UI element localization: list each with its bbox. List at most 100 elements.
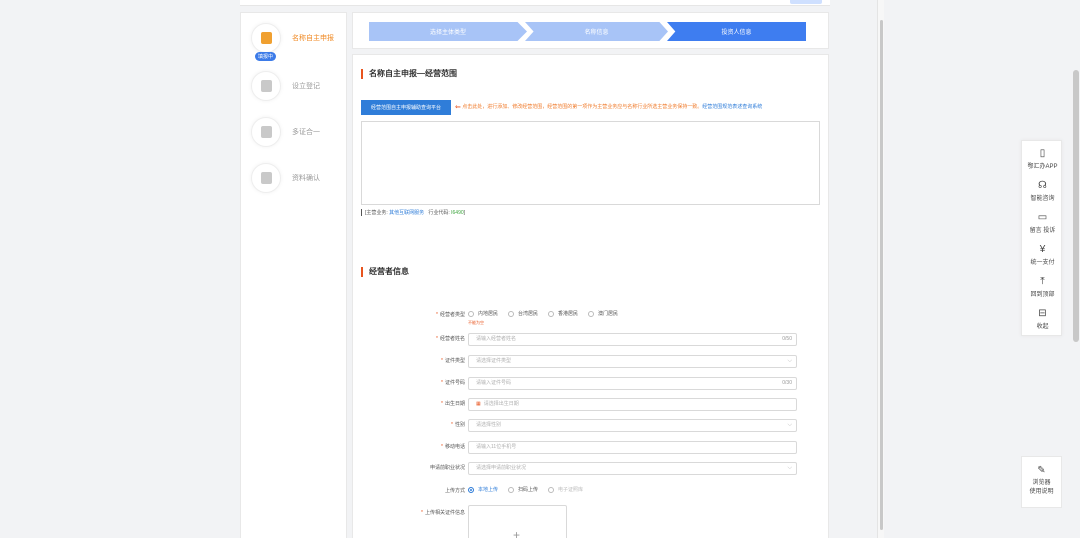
scope-hint-text: 点击此处，进行添加、修改经营范围，经营范围的第一项作为主营业务应与名称行业所选主…: [462, 104, 703, 110]
calendar-icon: ▦: [476, 401, 481, 407]
page-scrollbar[interactable]: [1073, 70, 1079, 342]
consult-label: 智能咨询: [1030, 196, 1055, 202]
top-bar: [240, 0, 830, 6]
to-top-icon: ⤒: [1040, 276, 1045, 287]
radio-hongkong[interactable]: 香港居民: [548, 310, 578, 317]
collapse-button[interactable]: ⊟ 收起: [1022, 303, 1063, 335]
message-icon: ▭: [1037, 212, 1048, 223]
step-name-declaration[interactable]: 名称自主申报 填报中: [247, 23, 347, 63]
id-number-input[interactable]: 请输入证件号码 0/30: [468, 377, 797, 390]
status-badge: 填报中: [255, 52, 277, 61]
birth-date-picker[interactable]: ▦ 请选择出生日期: [468, 398, 797, 411]
operator-type-row: * 经营者类型 内地居民 台湾居民 香港居民 澳门居民 不能为空: [436, 310, 619, 325]
payment-button[interactable]: ¥ 统一支付: [1022, 239, 1063, 271]
gender-row: * 性别 请选择性别 ⌵: [353, 419, 830, 433]
progress-step-name-info[interactable]: 名称信息: [525, 22, 668, 41]
step-multi-cert[interactable]: 多证合一: [247, 117, 347, 157]
step-label: 资料确认: [292, 175, 320, 182]
feather-icon: ✎: [1037, 465, 1046, 476]
app-button[interactable]: ▯ 鄂汇办APP: [1022, 143, 1063, 175]
industry-code-label: 行业代码:: [428, 210, 450, 216]
main-business-value: 其他互联网服务: [389, 210, 425, 216]
operator-type-label: 经营者类型: [439, 312, 465, 318]
job-status-select[interactable]: 请选择申请前职业状况 ⌵: [468, 462, 797, 475]
operator-name-input[interactable]: 请输入经营者姓名 0/50: [468, 333, 797, 346]
radio-macau[interactable]: 澳门居民: [588, 310, 618, 317]
progress-step-entity-type[interactable]: 选择主体类型: [369, 22, 527, 41]
radio-local-upload[interactable]: 本地上传: [468, 486, 498, 493]
step-label: 名称自主申报: [292, 35, 334, 42]
job-status-row: 申请前职业状况 请选择申请前职业状况 ⌵: [353, 462, 830, 476]
id-type-select[interactable]: 请选择证件类型 ⌵: [468, 355, 797, 368]
chevron-down-icon: ⌵: [787, 358, 792, 364]
scope-textarea[interactable]: [361, 121, 820, 205]
scope-meta: [主营业务: 其他互联网服务 行业代码: I6490]: [361, 209, 465, 216]
id-type-row: * 证件类型 请选择证件类型 ⌵: [353, 355, 830, 369]
scope-query-button[interactable]: 经营范围自主申报辅助查询平台: [361, 100, 451, 115]
chevron-down-icon: ⌵: [787, 465, 792, 471]
operator-name-label: 经营者姓名: [439, 336, 465, 342]
collapse-icon: ⊟: [1038, 308, 1047, 319]
plus-icon: +: [513, 528, 521, 538]
inner-scrollbar[interactable]: [877, 0, 884, 538]
arrow-left-icon: ⇐: [455, 104, 461, 111]
file-icon: [251, 163, 281, 193]
browser-help-line1: 浏览器: [1032, 480, 1051, 486]
scope-standard-link[interactable]: 经营范围规范表述查询系统: [702, 104, 762, 110]
step-confirm[interactable]: 资料确认: [247, 163, 347, 203]
radio-scan-upload[interactable]: 扫码上传: [508, 486, 538, 493]
step-label: 多证合一: [292, 129, 320, 136]
step-registration[interactable]: 设立登记: [247, 71, 347, 111]
industry-code-value: I6490: [451, 210, 464, 216]
id-number-row: * 证件号码 请输入证件号码 0/30: [353, 377, 830, 391]
gender-select[interactable]: 请选择性别 ⌵: [468, 419, 797, 432]
progress-step-investor-info[interactable]: 投资人信息: [667, 22, 806, 41]
chevron-down-icon: ⌵: [787, 422, 792, 428]
upload-mode-row: 上传方式 本地上传 扫码上传 电子证照库: [353, 485, 830, 499]
meta-close: ]: [463, 210, 466, 216]
phone-input[interactable]: 请输入11位手机号: [468, 441, 797, 454]
upload-mode-label: 上传方式: [444, 488, 465, 494]
gender-label: 性别: [454, 422, 465, 428]
edit-icon: [251, 71, 281, 101]
char-count: 0/50: [782, 336, 792, 342]
top-label: 回到顶部: [1030, 292, 1055, 298]
birth-date-label: 出生日期: [444, 401, 465, 407]
back-to-top-button[interactable]: ⤒ 回到顶部: [1022, 271, 1063, 303]
upload-files-row: * 上传相关证件信息: [421, 510, 465, 516]
app-label: 鄂汇办APP: [1027, 164, 1058, 170]
phone-icon: ▯: [1039, 148, 1046, 159]
char-count: 0/30: [782, 380, 792, 386]
steps-panel: 名称自主申报 填报中 设立登记 多证合一 资料确认: [240, 12, 347, 538]
id-number-label: 证件号码: [444, 380, 465, 386]
radio-e-license[interactable]: 电子证照库: [548, 486, 583, 493]
main-form: 名称自主申报—经营范围 经营范围自主申报辅助查询平台 ⇐ 点击此处，进行添加、修…: [352, 54, 829, 538]
birth-date-row: * 出生日期 ▦ 请选择出生日期: [353, 398, 830, 412]
headset-icon: ☊: [1038, 180, 1047, 191]
yuan-icon: ¥: [1039, 244, 1046, 255]
upload-files-label: 上传相关证件信息: [424, 510, 465, 516]
radio-taiwan[interactable]: 台湾居民: [508, 310, 538, 317]
top-button[interactable]: [790, 0, 822, 4]
operator-type-radios: 内地居民 台湾居民 香港居民 澳门居民: [468, 310, 618, 317]
payment-label: 统一支付: [1030, 260, 1055, 266]
collapse-label: 收起: [1036, 324, 1049, 330]
progress-bar: 选择主体类型 名称信息 投资人信息: [352, 12, 829, 49]
operator-type-error: 不能为空: [468, 320, 484, 325]
scope-hint: ⇐ 点击此处，进行添加、修改经营范围，经营范围的第一项作为主营业务应与名称行业所…: [455, 103, 762, 111]
id-type-label: 证件类型: [444, 358, 465, 364]
main-business-label: [主营业务:: [365, 210, 388, 216]
smart-consult-button[interactable]: ☊ 智能咨询: [1022, 175, 1063, 207]
operator-name-row: * 经营者姓名 请输入经营者姓名 0/50: [353, 333, 830, 347]
floating-toolbar: ▯ 鄂汇办APP ☊ 智能咨询 ▭ 留言 投诉 ¥ 统一支付 ⤒ 回到顶部 ⊟ …: [1021, 140, 1062, 336]
phone-row: * 移动电话 请输入11位手机号: [353, 441, 830, 455]
scope-section-title: 名称自主申报—经营范围: [361, 69, 457, 79]
job-status-label: 申请前职业状况: [429, 465, 465, 471]
step-label: 设立登记: [292, 83, 320, 90]
stamp-icon: [251, 117, 281, 147]
feedback-button[interactable]: ▭ 留言 投诉: [1022, 207, 1063, 239]
radio-mainland[interactable]: 内地居民: [468, 310, 498, 317]
document-icon: [251, 23, 281, 53]
upload-dropzone[interactable]: +: [468, 505, 567, 538]
browser-help-button[interactable]: ✎ 浏览器 使用说明: [1021, 456, 1062, 508]
